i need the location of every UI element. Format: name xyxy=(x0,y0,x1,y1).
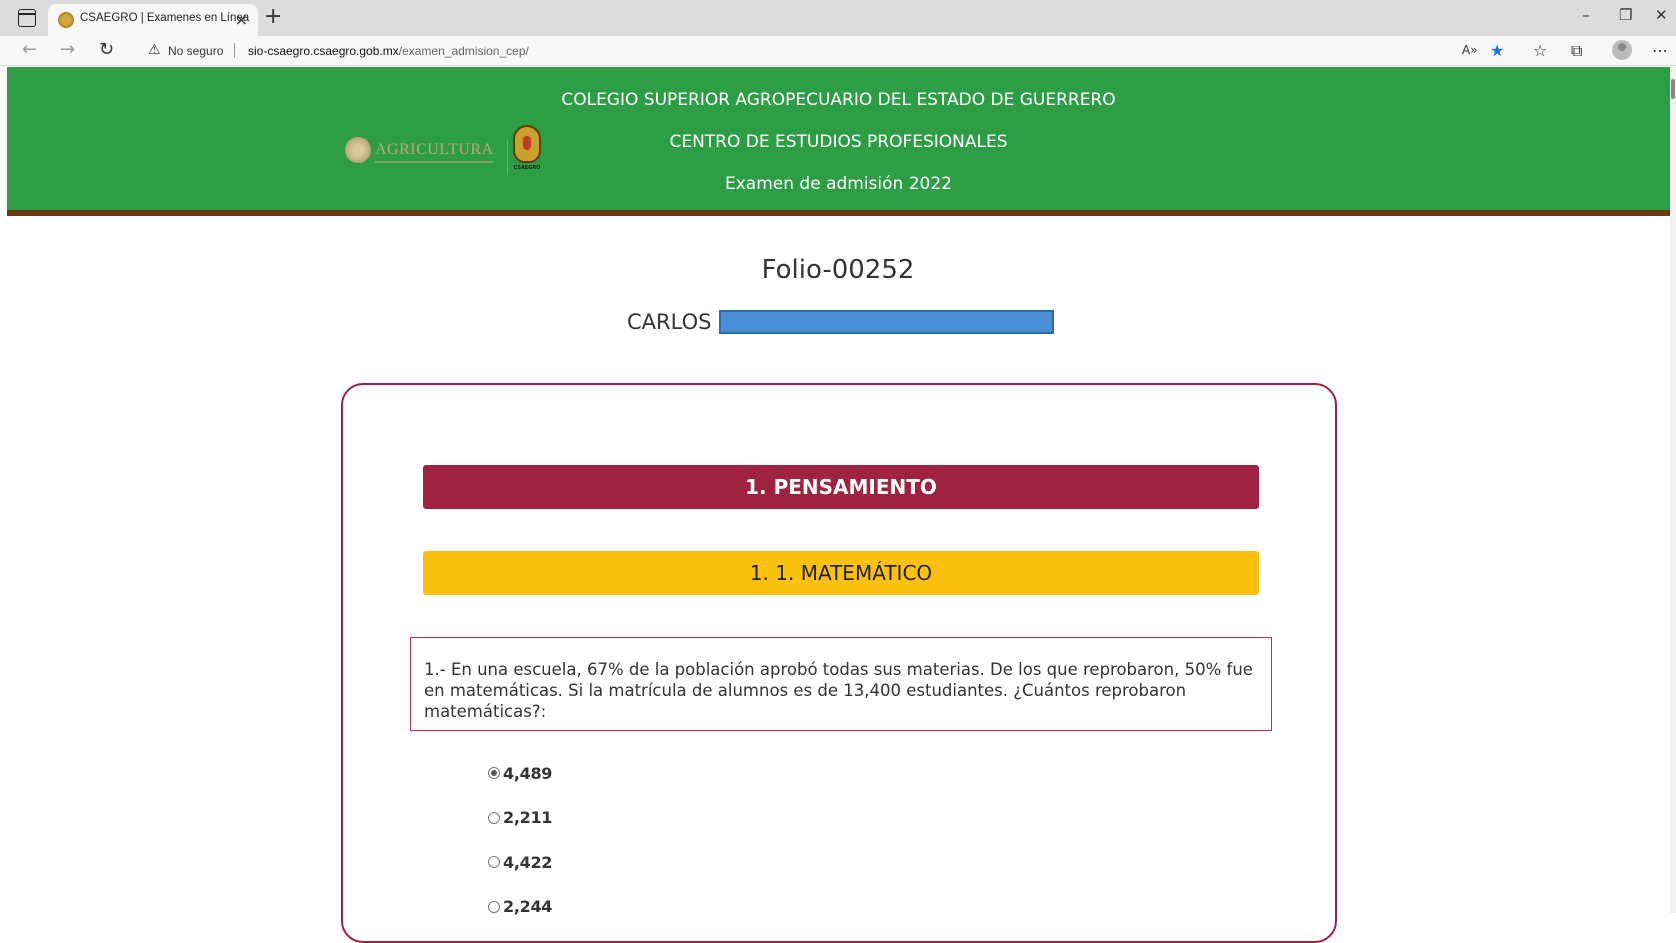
csaegro-favicon-icon xyxy=(58,12,74,28)
answer-option[interactable]: 4,422 xyxy=(488,840,552,885)
site-header: AGRICULTURA CSAEGRO COLEGIO SUPERIOR AGR… xyxy=(7,67,1670,216)
read-aloud-icon[interactable]: A» xyxy=(1462,43,1478,57)
forward-icon[interactable]: → xyxy=(60,39,75,60)
close-window-icon[interactable]: ✕ xyxy=(1655,6,1668,24)
scrollbar-thumb[interactable] xyxy=(1671,79,1675,99)
agricultura-subtitle-line xyxy=(375,161,493,163)
csaegro-logo-caption: CSAEGRO xyxy=(513,165,541,171)
answer-label[interactable]: 4,489 xyxy=(503,764,552,783)
radio-button[interactable] xyxy=(488,856,500,869)
answer-option[interactable]: 2,244 xyxy=(488,885,552,930)
url-path: /examen_admision_cep/ xyxy=(398,44,529,58)
student-first-name: CARLOS xyxy=(627,310,712,334)
url-field[interactable]: ⚠ No seguro sio-csaegro.csaegro.gob.mx/e… xyxy=(134,39,1474,63)
radio-button[interactable] xyxy=(488,900,500,913)
answer-label[interactable]: 2,244 xyxy=(503,897,552,916)
answer-option[interactable]: 2,211 xyxy=(488,796,552,841)
subsection-title: 1. 1. MATEMÁTICO xyxy=(423,551,1259,595)
radio-button[interactable] xyxy=(488,811,500,824)
page-scrollbar[interactable] xyxy=(1670,67,1676,913)
tab-title: CSAEGRO | Examenes en Línea xyxy=(80,12,250,24)
student-name-row: CARLOS xyxy=(627,310,1055,334)
sidebar-toggle-icon[interactable] xyxy=(18,9,36,27)
warning-icon[interactable]: ⚠ xyxy=(148,42,161,58)
url-host: sio-csaegro.csaegro.gob.mx xyxy=(248,44,399,58)
answer-label[interactable]: 2,211 xyxy=(503,808,552,827)
section-title: 1. PENSAMIENTO xyxy=(423,465,1259,509)
close-tab-icon[interactable]: × xyxy=(235,10,248,29)
answer-options: 4,489 2,211 4,422 2,244 xyxy=(488,751,552,929)
more-icon[interactable]: ⋯ xyxy=(1652,41,1668,60)
minimize-icon[interactable]: – xyxy=(1582,6,1590,24)
new-tab-icon[interactable]: + xyxy=(264,4,282,30)
question-text: 1.- En una escuela, 67% de la población … xyxy=(410,637,1272,731)
security-label[interactable]: No seguro xyxy=(168,44,223,58)
header-center: CENTRO DE ESTUDIOS PROFESIONALES xyxy=(669,132,1008,152)
favorites-icon[interactable]: ☆ xyxy=(1533,41,1547,60)
favorite-star-icon[interactable]: ★ xyxy=(1490,41,1504,60)
address-bar: ← → ↻ ⚠ No seguro sio-csaegro.csaegro.go… xyxy=(0,36,1676,66)
back-icon[interactable]: ← xyxy=(22,39,37,60)
url-text[interactable]: sio-csaegro.csaegro.gob.mx/examen_admisi… xyxy=(248,44,529,58)
profile-icon[interactable] xyxy=(1612,40,1632,60)
header-exam-title: Examen de admisión 2022 xyxy=(725,174,952,194)
answer-option[interactable]: 4,489 xyxy=(488,751,552,796)
browser-tab-bar: CSAEGRO | Examenes en Línea × + – ❐ ✕ xyxy=(0,0,1676,36)
folio-number: Folio-00252 xyxy=(761,255,915,285)
exam-card: 1. PENSAMIENTO 1. 1. MATEMÁTICO 1.- En u… xyxy=(341,383,1337,943)
browser-tab[interactable]: CSAEGRO | Examenes en Línea × xyxy=(48,4,258,36)
reload-icon[interactable]: ↻ xyxy=(99,39,114,60)
header-institution: COLEGIO SUPERIOR AGROPECUARIO DEL ESTADO… xyxy=(561,90,1116,110)
restore-icon[interactable]: ❐ xyxy=(1619,6,1632,24)
redacted-surname xyxy=(719,310,1055,334)
radio-button[interactable] xyxy=(488,767,500,780)
collections-icon[interactable]: ⧉ xyxy=(1571,41,1582,61)
url-separator xyxy=(234,43,235,58)
answer-label[interactable]: 4,422 xyxy=(503,853,552,872)
